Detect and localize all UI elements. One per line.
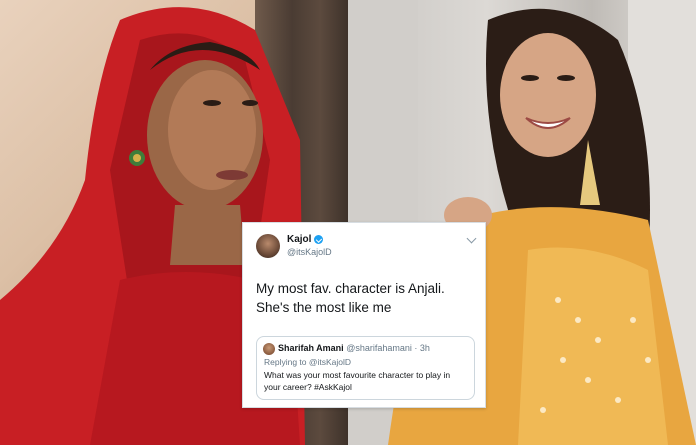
chevron-down-icon[interactable]: [466, 233, 477, 244]
tweet-text-line-1: My most fav. character is Anjali.: [256, 281, 445, 296]
quoted-text: What was your most favourite character t…: [264, 370, 451, 392]
tweet-text-line-2: She's the most like me: [256, 300, 392, 315]
avatar[interactable]: [256, 234, 280, 258]
author-handle[interactable]: @itsKajolD: [287, 247, 332, 257]
quoted-author-name: Sharifah Amani: [278, 343, 344, 353]
verified-icon: [314, 235, 324, 244]
author-name[interactable]: Kajol: [287, 234, 311, 245]
tweet-card[interactable]: Kajol @itsKajolD My most fav. character …: [242, 222, 486, 408]
quoted-tweet[interactable]: Sharifah Amani @sharifahamani · 3h Reply…: [256, 336, 475, 400]
quoted-author-handle: @sharifahamani: [346, 343, 412, 353]
tweet-text: My most fav. character is Anjali. She's …: [256, 279, 476, 317]
quoted-separator: ·: [411, 343, 420, 353]
replying-to: Replying to @itsKajolD: [264, 357, 352, 367]
quoted-header: Sharifah Amani @sharifahamani · 3h: [278, 343, 430, 353]
quoted-avatar: [263, 343, 275, 355]
tweet-author[interactable]: Kajol: [287, 234, 324, 245]
quoted-time: 3h: [419, 343, 430, 353]
